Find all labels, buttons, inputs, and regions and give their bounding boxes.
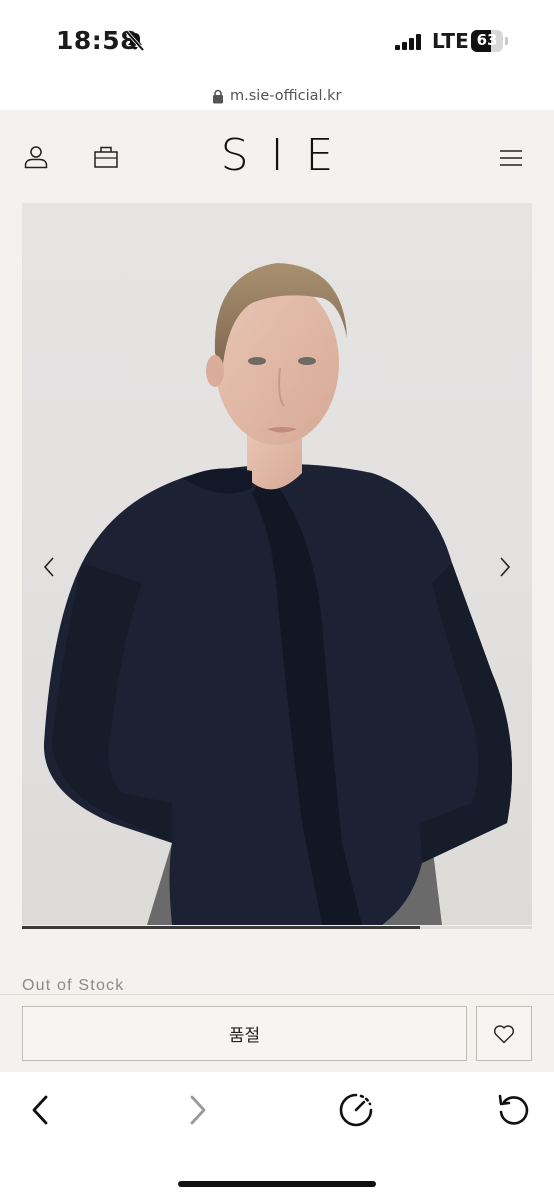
bell-slash-icon [125, 30, 145, 52]
network-type: LTE [432, 29, 469, 53]
hamburger-menu-icon[interactable] [499, 148, 523, 168]
gallery-progress-fill [22, 926, 420, 929]
chevron-left-icon[interactable] [42, 556, 56, 578]
battery-level: 63 [476, 31, 498, 49]
sold-out-button[interactable]: 품절 [22, 1006, 467, 1061]
forward-icon[interactable] [188, 1094, 208, 1126]
product-image-gallery[interactable] [22, 203, 532, 925]
chevron-right-icon[interactable] [498, 556, 512, 578]
gallery-progress [22, 926, 532, 929]
speedometer-icon[interactable] [338, 1092, 374, 1128]
reload-icon[interactable] [496, 1092, 532, 1128]
site-logo[interactable]: SIE [0, 130, 554, 181]
url-text: m.sie-official.kr [230, 88, 342, 104]
signal-icon [395, 34, 421, 50]
battery-icon: 63 [471, 30, 503, 52]
wishlist-button[interactable] [476, 1006, 532, 1061]
home-indicator[interactable] [178, 1181, 376, 1187]
url-display[interactable]: m.sie-official.kr [212, 88, 342, 104]
battery-cap [505, 37, 508, 45]
stock-status: Out of Stock [22, 977, 125, 994]
divider [0, 994, 554, 995]
heart-icon [494, 1024, 514, 1043]
lock-icon [213, 89, 223, 103]
status-bar: 18:58 LTE 63 [0, 0, 554, 82]
product-photo [43, 263, 512, 925]
back-icon[interactable] [30, 1094, 50, 1126]
